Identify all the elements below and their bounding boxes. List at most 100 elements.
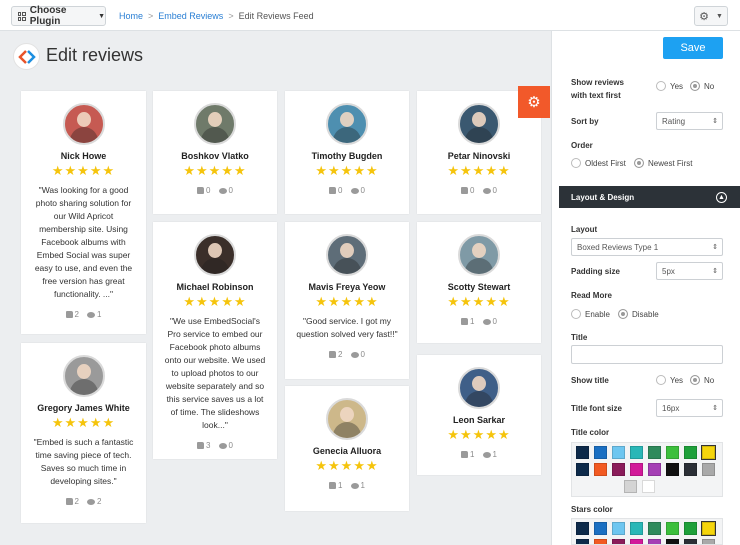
breadcrumb-home[interactable]: Home bbox=[119, 11, 143, 21]
show-title-yes[interactable]: Yes bbox=[656, 375, 683, 385]
likes[interactable]: 2 bbox=[65, 310, 79, 319]
color-swatch[interactable] bbox=[648, 446, 661, 459]
sort-by-select[interactable]: Rating ⇕ bbox=[656, 112, 723, 130]
likes[interactable]: 0 bbox=[197, 186, 211, 195]
color-swatch[interactable] bbox=[576, 539, 589, 544]
color-swatch[interactable] bbox=[630, 463, 643, 476]
color-swatch[interactable] bbox=[684, 539, 697, 544]
likes[interactable]: 2 bbox=[65, 497, 79, 506]
color-swatch[interactable] bbox=[648, 522, 661, 535]
color-swatch[interactable] bbox=[576, 463, 589, 476]
radio-button[interactable] bbox=[618, 309, 628, 319]
color-swatch[interactable] bbox=[612, 522, 625, 535]
color-swatch[interactable] bbox=[594, 463, 607, 476]
comments[interactable]: 1 bbox=[350, 481, 365, 490]
color-swatch[interactable] bbox=[648, 463, 661, 476]
widget-settings-gear-icon[interactable]: ⚙ bbox=[518, 86, 550, 118]
color-swatch[interactable] bbox=[684, 446, 697, 459]
color-swatch[interactable] bbox=[624, 480, 637, 493]
review-card[interactable]: Leon Sarkar ★★★★★ 1 1 bbox=[417, 355, 541, 475]
comments[interactable]: 0 bbox=[482, 186, 497, 195]
likes[interactable]: 1 bbox=[461, 317, 475, 326]
select-value: 16px bbox=[662, 403, 680, 413]
comments[interactable]: 0 bbox=[482, 317, 497, 326]
review-card[interactable]: Mavis Freya Yeow ★★★★★ "Good service. I … bbox=[285, 222, 409, 379]
color-swatch[interactable] bbox=[630, 539, 643, 544]
color-swatch[interactable] bbox=[630, 522, 643, 535]
order-oldest-first[interactable]: Oldest First bbox=[571, 158, 626, 168]
order-newest-first[interactable]: Newest First bbox=[634, 158, 692, 168]
read-more-disable[interactable]: Disable bbox=[618, 309, 659, 319]
color-swatch[interactable] bbox=[702, 463, 715, 476]
radio-button[interactable] bbox=[634, 158, 644, 168]
comments[interactable]: 1 bbox=[87, 310, 101, 319]
likes[interactable]: 1 bbox=[461, 450, 475, 459]
comments[interactable]: 0 bbox=[218, 441, 233, 450]
color-swatch[interactable] bbox=[612, 446, 625, 459]
comments[interactable]: 2 bbox=[87, 497, 101, 506]
review-card[interactable]: Gregory James White ★★★★★ "Embed is such… bbox=[21, 343, 146, 523]
color-swatch[interactable] bbox=[594, 539, 607, 544]
color-swatch[interactable] bbox=[576, 522, 589, 535]
color-swatch[interactable] bbox=[684, 522, 697, 535]
likes[interactable]: 0 bbox=[329, 186, 343, 195]
read-more-enable[interactable]: Enable bbox=[571, 309, 610, 319]
color-swatch[interactable] bbox=[576, 446, 589, 459]
color-swatch[interactable] bbox=[630, 446, 643, 459]
likes[interactable]: 0 bbox=[461, 186, 475, 195]
color-swatch[interactable] bbox=[701, 445, 716, 460]
review-card[interactable]: Genecia Alluora ★★★★★ 1 1 bbox=[285, 386, 409, 511]
comments-count: 1 bbox=[360, 481, 365, 490]
review-card[interactable]: Scotty Stewart ★★★★★ 1 0 bbox=[417, 222, 541, 343]
color-swatch[interactable] bbox=[666, 463, 679, 476]
color-swatch[interactable] bbox=[642, 480, 655, 493]
title-input[interactable] bbox=[571, 345, 723, 364]
color-swatch[interactable] bbox=[701, 521, 716, 536]
padding-size-select[interactable]: 5px ⇕ bbox=[656, 262, 723, 280]
color-swatch[interactable] bbox=[666, 522, 679, 535]
radio-button[interactable] bbox=[571, 158, 581, 168]
comments[interactable]: 0 bbox=[218, 186, 233, 195]
settings-dropdown-button[interactable]: ⚙ ▼ bbox=[694, 6, 728, 26]
color-swatch[interactable] bbox=[702, 539, 715, 544]
save-button[interactable]: Save bbox=[663, 37, 723, 59]
color-swatch[interactable] bbox=[612, 463, 625, 476]
comments[interactable]: 0 bbox=[350, 350, 365, 359]
layout-design-section-header[interactable]: Layout & Design ▲ bbox=[559, 186, 740, 208]
color-swatch[interactable] bbox=[648, 539, 661, 544]
review-card[interactable]: Timothy Bugden ★★★★★ 0 0 bbox=[285, 91, 409, 214]
layout-select[interactable]: Boxed Reviews Type 1 ⇕ bbox=[571, 238, 723, 256]
grid-icon bbox=[18, 11, 26, 21]
radio-button[interactable] bbox=[690, 375, 700, 385]
color-swatch[interactable] bbox=[684, 463, 697, 476]
show-title-no[interactable]: No bbox=[690, 375, 714, 385]
title-label: Title bbox=[571, 333, 588, 342]
radio-button[interactable] bbox=[690, 81, 700, 91]
review-card[interactable]: Michael Robinson ★★★★★ "We use EmbedSoci… bbox=[153, 222, 277, 459]
show-text-first-yes[interactable]: Yes bbox=[656, 81, 683, 91]
likes[interactable]: 1 bbox=[329, 481, 343, 490]
radio-button[interactable] bbox=[656, 81, 666, 91]
avatar bbox=[62, 103, 105, 145]
breadcrumb-embed-reviews[interactable]: Embed Reviews bbox=[158, 11, 223, 21]
review-card[interactable]: Boshkov Vlatko ★★★★★ 0 0 bbox=[153, 91, 277, 214]
choose-plugin-button[interactable]: Choose Plugin ▼ bbox=[11, 5, 106, 27]
radio-label: Enable bbox=[585, 309, 610, 319]
likes[interactable]: 2 bbox=[329, 350, 343, 359]
color-swatch[interactable] bbox=[612, 539, 625, 544]
radio-button[interactable] bbox=[656, 375, 666, 385]
label-line-1: Show reviews bbox=[571, 78, 624, 87]
comments[interactable]: 0 bbox=[350, 186, 365, 195]
color-swatch[interactable] bbox=[666, 539, 679, 544]
chevron-up-icon[interactable]: ▲ bbox=[716, 191, 727, 203]
color-swatch[interactable] bbox=[594, 446, 607, 459]
show-text-first-no[interactable]: No bbox=[690, 81, 714, 91]
review-card[interactable]: Nick Howe ★★★★★ "Was looking for a good … bbox=[21, 91, 146, 334]
likes[interactable]: 3 bbox=[197, 441, 211, 450]
title-font-size-select[interactable]: 16px ⇕ bbox=[656, 399, 723, 417]
comments[interactable]: 1 bbox=[482, 450, 497, 459]
radio-button[interactable] bbox=[571, 309, 581, 319]
star-rating: ★★★★★ bbox=[315, 458, 379, 473]
color-swatch[interactable] bbox=[594, 522, 607, 535]
color-swatch[interactable] bbox=[666, 446, 679, 459]
